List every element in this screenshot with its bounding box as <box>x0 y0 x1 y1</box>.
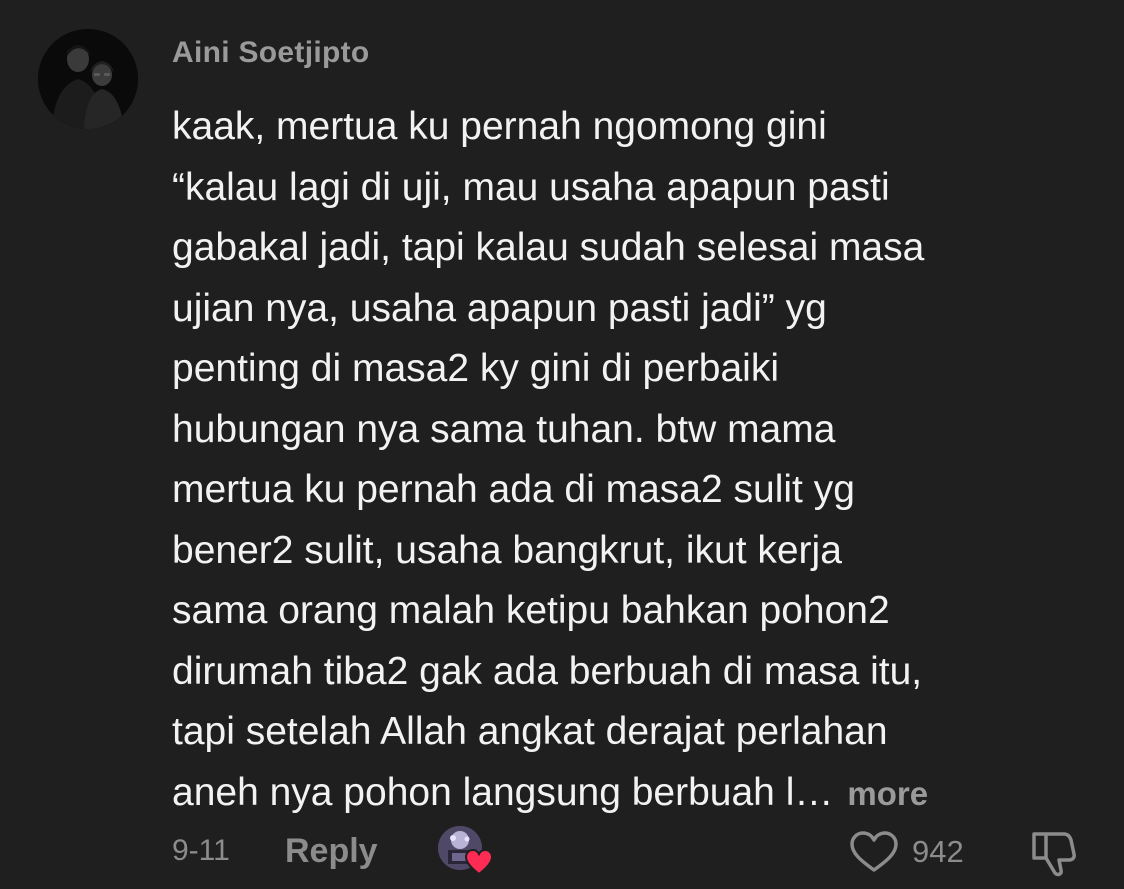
thumbs-down-outline-icon[interactable] <box>1026 828 1078 878</box>
like-count: 942 <box>912 834 964 869</box>
comment-line: aneh nya pohon langsung berbuah l… <box>172 770 834 814</box>
heart-badge-icon <box>464 848 494 876</box>
comment-line: “kalau lagi di uji, mau usaha apapun pas… <box>172 165 890 209</box>
comment-line: penting di masa2 ky gini di perbaiki <box>172 347 780 390</box>
creator-liked-badge <box>438 826 498 876</box>
comment-text: kaak, mertua ku pernah ngomong gini “kal… <box>172 97 1092 824</box>
comment-line: tapi setelah Allah angkat derajat perlah… <box>172 710 888 753</box>
comment-item: Aini Soetjipto kaak, mertua ku pernah ng… <box>0 0 1124 889</box>
comment-date: 9-11 <box>172 834 230 867</box>
comment-line: ujian nya, usaha apapun pasti jadi” yg <box>172 286 827 330</box>
comment-footer: 9-11 Reply 942 <box>0 820 1124 880</box>
heart-outline-icon[interactable] <box>848 830 900 874</box>
reply-button[interactable]: Reply <box>285 832 378 871</box>
comment-line: mertua ku pernah ada di masa2 sulit yg <box>172 468 855 511</box>
comment-line: hubungan nya sama tuhan. btw mama <box>172 407 836 451</box>
comment-line: bener2 sulit, usaha bangkrut, ikut kerja <box>172 528 842 572</box>
comment-last-line: aneh nya pohon langsung berbuah l… more <box>172 763 1092 825</box>
comment-line: gabakal jadi, tapi kalau sudah selesai m… <box>172 226 925 269</box>
username[interactable]: Aini Soetjipto <box>172 36 370 70</box>
more-button[interactable]: more <box>847 775 928 812</box>
avatar-image <box>38 29 138 129</box>
comment-line: dirumah tiba2 gak ada berbuah di masa it… <box>172 649 923 693</box>
comment-line: kaak, mertua ku pernah ngomong gini <box>172 105 827 148</box>
comment-line: sama orang malah ketipu bahkan pohon2 <box>172 589 890 632</box>
user-avatar[interactable] <box>38 29 138 129</box>
